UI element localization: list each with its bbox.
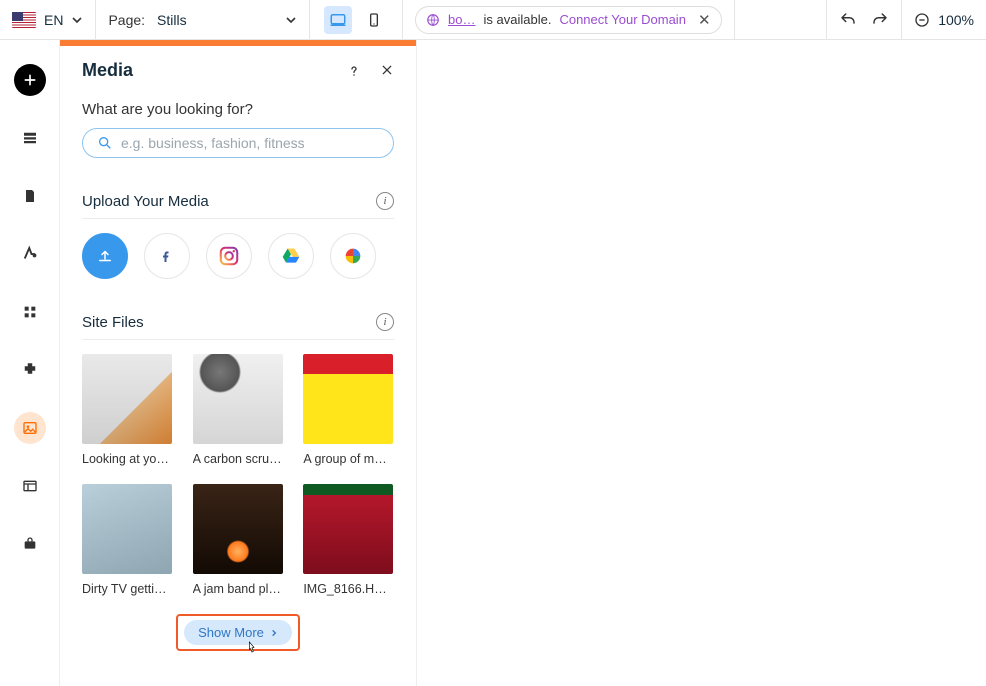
file-thumbnail <box>303 484 393 574</box>
language-selector[interactable]: EN <box>0 0 96 39</box>
search-input[interactable] <box>121 135 379 151</box>
file-thumbnail <box>303 354 393 444</box>
flag-us-icon <box>12 12 36 28</box>
domain-name[interactable]: bo… <box>448 12 475 27</box>
redo-button[interactable] <box>871 11 889 29</box>
file-item[interactable]: IMG_8166.HEIC <box>303 484 393 596</box>
upload-instagram-button[interactable] <box>206 233 252 279</box>
device-switcher <box>310 0 403 39</box>
file-item[interactable]: A carbon scrubber plume <box>193 354 283 466</box>
cursor-pointer-icon <box>244 638 260 658</box>
page-selector-label: Page: <box>108 12 145 28</box>
language-code: EN <box>44 12 63 28</box>
file-name: IMG_8166.HEIC <box>303 582 393 596</box>
zoom-icon <box>914 12 930 28</box>
zoom-control[interactable]: 100% <box>902 0 986 39</box>
apps-button[interactable] <box>14 296 46 328</box>
add-element-button[interactable] <box>14 64 46 96</box>
info-icon[interactable]: i <box>376 192 394 210</box>
page-selector[interactable]: Page: Stills <box>96 0 310 39</box>
help-button[interactable] <box>346 63 362 79</box>
mobile-view-button[interactable] <box>360 6 388 34</box>
upload-google-photos-button[interactable] <box>330 233 376 279</box>
file-name: A group of musicians poster <box>303 452 393 466</box>
search-icon <box>97 135 113 151</box>
search-box[interactable] <box>82 128 394 158</box>
zoom-value: 100% <box>938 12 974 28</box>
editor-canvas[interactable] <box>416 40 986 686</box>
close-panel-button[interactable] <box>380 63 394 79</box>
search-section: What are you looking for? <box>60 101 416 178</box>
connect-domain-link[interactable]: Connect Your Domain <box>559 12 685 27</box>
media-panel: Media What are you looking for? <box>60 40 416 686</box>
file-name: A carbon scrubber plume <box>193 452 283 466</box>
history-controls <box>826 0 902 39</box>
domain-banner: bo… is available. Connect Your Domain ✕ <box>403 0 734 39</box>
upload-google-drive-button[interactable] <box>268 233 314 279</box>
undo-button[interactable] <box>839 11 857 29</box>
domain-available-text: is available. <box>484 12 552 27</box>
left-rail <box>0 40 60 686</box>
chevron-right-icon <box>270 628 278 638</box>
top-bar: EN Page: Stills bo… is available. Conne <box>0 0 986 40</box>
close-icon[interactable]: ✕ <box>698 11 711 29</box>
media-button[interactable] <box>14 412 46 444</box>
globe-icon <box>426 13 440 27</box>
page-selector-value: Stills <box>157 12 187 28</box>
file-item[interactable]: Dirty TV getting cleaned <box>82 484 172 596</box>
file-thumbnail <box>193 484 283 574</box>
file-thumbnail <box>82 354 172 444</box>
file-item[interactable]: A group of musicians poster <box>303 354 393 466</box>
chevron-down-icon <box>71 14 83 26</box>
show-more-button[interactable]: Show More <box>184 620 292 645</box>
business-button[interactable] <box>14 528 46 560</box>
desktop-view-button[interactable] <box>324 6 352 34</box>
pages-button[interactable] <box>14 180 46 212</box>
panel-header: Media <box>60 46 416 95</box>
show-more-highlight: Show More <box>82 614 394 651</box>
upload-facebook-button[interactable] <box>144 233 190 279</box>
file-name: A jam band playing on stage <box>193 582 283 596</box>
info-icon[interactable]: i <box>376 313 394 331</box>
upload-heading: Upload Your Media <box>82 193 209 210</box>
spacer <box>735 0 827 39</box>
file-name: Dirty TV getting cleaned <box>82 582 172 596</box>
file-item[interactable]: A jam band playing on stage <box>193 484 283 596</box>
upload-section: Upload Your Media i <box>60 178 416 299</box>
add-apps-button[interactable] <box>14 354 46 386</box>
sections-button[interactable] <box>14 122 46 154</box>
file-thumbnail <box>82 484 172 574</box>
chevron-down-icon <box>285 14 297 26</box>
site-files-heading: Site Files <box>82 314 144 331</box>
content-manager-button[interactable] <box>14 470 46 502</box>
site-files-section: Site Files i Looking at your security ca… <box>60 299 416 671</box>
file-item[interactable]: Looking at your security camera feed in … <box>82 354 172 466</box>
upload-from-device-button[interactable] <box>82 233 128 279</box>
search-label: What are you looking for? <box>82 101 394 118</box>
file-thumbnail <box>193 354 283 444</box>
file-name: Looking at your security camera feed in … <box>82 452 172 466</box>
design-button[interactable] <box>14 238 46 270</box>
panel-title: Media <box>82 60 133 81</box>
